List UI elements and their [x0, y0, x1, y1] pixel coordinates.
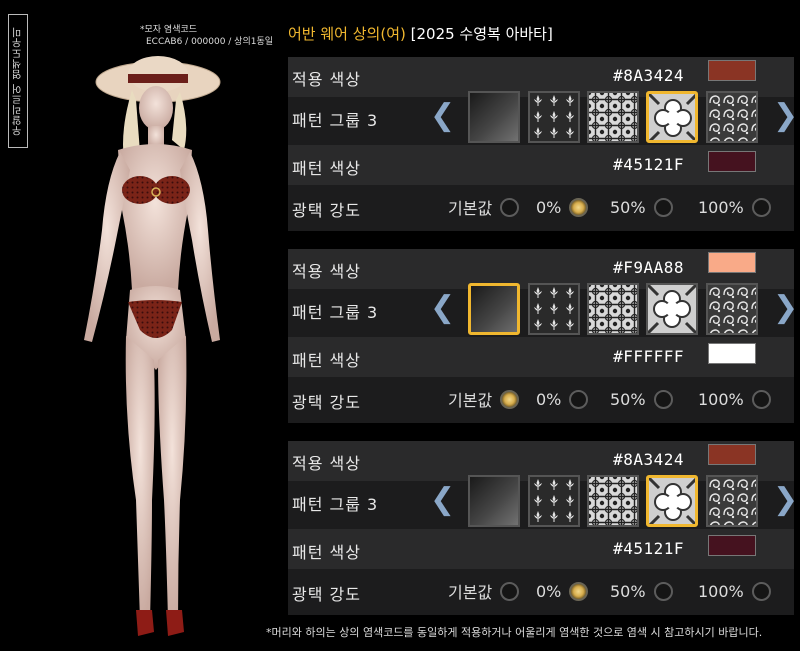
pattern-next-arrow-icon[interactable]: ❯: [773, 101, 798, 131]
pattern-tile-damask-grid[interactable]: [587, 283, 639, 335]
side-tag: 우알리르어 염색도우미: [8, 14, 28, 148]
radio-button-icon[interactable]: [500, 197, 520, 217]
gloss-label: 광택 강도: [292, 585, 361, 604]
gloss-option[interactable]: 100%: [698, 386, 771, 412]
footer-note: *머리와 하의는 상의 염색코드를 동일하게 적용하거나 어울리게 염색한 것으…: [266, 626, 763, 639]
pattern-color-swatch[interactable]: [708, 535, 756, 556]
radio-button-icon[interactable]: [569, 581, 589, 601]
gloss-option-label: 기본값: [448, 199, 493, 218]
gloss-option[interactable]: 기본값: [448, 578, 520, 604]
gloss-option-label: 50%: [610, 581, 646, 601]
pattern-color-hex: #45121F: [613, 155, 684, 174]
pattern-tile-fleur-de-lis[interactable]: [528, 91, 580, 143]
item-name: 어반 웨어 상의(여): [288, 25, 406, 43]
dye-panel-2: 적용 색상 #F9AA88 패턴 그룹 3 ❮ ❯ 패턴 색상 #FFFFFF 광택 강도 기본…: [288, 249, 798, 423]
gloss-option-label: 100%: [698, 581, 744, 601]
gloss-option-label: 기본값: [448, 391, 493, 410]
pattern-color-hex: #45121F: [613, 539, 684, 558]
hat-note-title: *모자 염색코드: [140, 25, 198, 35]
gloss-option-label: 기본값: [448, 583, 493, 602]
pattern-prev-arrow-icon[interactable]: ❮: [430, 485, 455, 515]
gloss-option[interactable]: 50%: [610, 578, 673, 604]
radio-button-icon[interactable]: [751, 389, 771, 409]
radio-button-icon[interactable]: [751, 197, 771, 217]
page-title: 어반 웨어 상의(여) [2025 수영복 아바타]: [288, 23, 553, 44]
radio-button-icon[interactable]: [653, 389, 673, 409]
pattern-tile-plain-gradient[interactable]: [468, 475, 520, 527]
pattern-tile-paisley-swirl[interactable]: [706, 283, 758, 335]
pattern-group-label: 패턴 그룹 3: [292, 111, 379, 130]
pattern-tile-plain-gradient[interactable]: [468, 283, 520, 335]
pattern-tile-damask-grid[interactable]: [587, 475, 639, 527]
radio-button-icon[interactable]: [569, 197, 589, 217]
pattern-color-label: 패턴 색상: [292, 351, 361, 370]
pattern-color-swatch[interactable]: [708, 151, 756, 172]
pattern-color-hex: #FFFFFF: [613, 347, 684, 366]
gloss-options: 기본값 0% 50% 100%: [448, 386, 793, 412]
pattern-tile-paisley-swirl[interactable]: [706, 91, 758, 143]
radio-button-icon[interactable]: [653, 581, 673, 601]
pattern-group-label: 패턴 그룹 3: [292, 495, 379, 514]
radio-button-icon[interactable]: [569, 389, 589, 409]
gloss-option[interactable]: 100%: [698, 578, 771, 604]
pattern-tile-fleur-de-lis[interactable]: [528, 475, 580, 527]
radio-button-icon[interactable]: [653, 197, 673, 217]
pattern-color-label: 패턴 색상: [292, 543, 361, 562]
gloss-option-label: 50%: [610, 197, 646, 217]
pattern-tile-quatrefoil[interactable]: [646, 475, 698, 527]
gloss-option-label: 100%: [698, 389, 744, 409]
pattern-next-arrow-icon[interactable]: ❯: [773, 485, 798, 515]
pattern-prev-arrow-icon[interactable]: ❮: [430, 293, 455, 323]
pattern-group-label: 패턴 그룹 3: [292, 303, 379, 322]
gloss-option[interactable]: 100%: [698, 194, 771, 220]
gloss-option-label: 100%: [698, 197, 744, 217]
dye-panel-1: 적용 색상 #8A3424 패턴 그룹 3 ❮ ❯ 패턴 색상 #45121F 광택 강도 기본…: [288, 57, 798, 231]
pattern-tile-plain-gradient[interactable]: [468, 91, 520, 143]
apply-color-hex: #8A3424: [613, 450, 684, 469]
gloss-option[interactable]: 0%: [536, 194, 589, 220]
apply-color-label: 적용 색상: [292, 262, 361, 281]
apply-color-label: 적용 색상: [292, 70, 361, 89]
gloss-option-label: 0%: [536, 581, 562, 601]
apply-color-swatch[interactable]: [708, 252, 756, 273]
gloss-options: 기본값 0% 50% 100%: [448, 578, 793, 604]
gloss-option[interactable]: 기본값: [448, 386, 520, 412]
pattern-tile-paisley-swirl[interactable]: [706, 475, 758, 527]
apply-color-swatch[interactable]: [708, 444, 756, 465]
character-avatar: [84, 56, 221, 636]
apply-color-hex: #F9AA88: [613, 258, 684, 277]
pattern-next-arrow-icon[interactable]: ❯: [773, 293, 798, 323]
gloss-option[interactable]: 50%: [610, 386, 673, 412]
gloss-option-label: 0%: [536, 197, 562, 217]
gloss-option[interactable]: 0%: [536, 578, 589, 604]
gloss-option-label: 50%: [610, 389, 646, 409]
dye-panel-3: 적용 색상 #8A3424 패턴 그룹 3 ❮ ❯ 패턴 색상 #45121F 광택 강도 기본…: [288, 441, 798, 615]
pattern-tile-fleur-de-lis[interactable]: [528, 283, 580, 335]
pattern-tile-damask-grid[interactable]: [587, 91, 639, 143]
gloss-label: 광택 강도: [292, 393, 361, 412]
gloss-option-label: 0%: [536, 389, 562, 409]
radio-button-icon[interactable]: [500, 581, 520, 601]
pattern-color-swatch[interactable]: [708, 343, 756, 364]
pattern-color-label: 패턴 색상: [292, 159, 361, 178]
gloss-label: 광택 강도: [292, 201, 361, 220]
radio-button-icon[interactable]: [500, 389, 520, 409]
gloss-option[interactable]: 50%: [610, 194, 673, 220]
item-category: [2025 수영복 아바타]: [410, 25, 553, 43]
radio-button-icon[interactable]: [751, 581, 771, 601]
gloss-option[interactable]: 기본값: [448, 194, 520, 220]
gloss-option[interactable]: 0%: [536, 386, 589, 412]
pattern-tile-quatrefoil[interactable]: [646, 283, 698, 335]
apply-color-swatch[interactable]: [708, 60, 756, 81]
apply-color-label: 적용 색상: [292, 454, 361, 473]
pattern-tile-quatrefoil[interactable]: [646, 91, 698, 143]
pattern-prev-arrow-icon[interactable]: ❮: [430, 101, 455, 131]
apply-color-hex: #8A3424: [613, 66, 684, 85]
gloss-options: 기본값 0% 50% 100%: [448, 194, 793, 220]
